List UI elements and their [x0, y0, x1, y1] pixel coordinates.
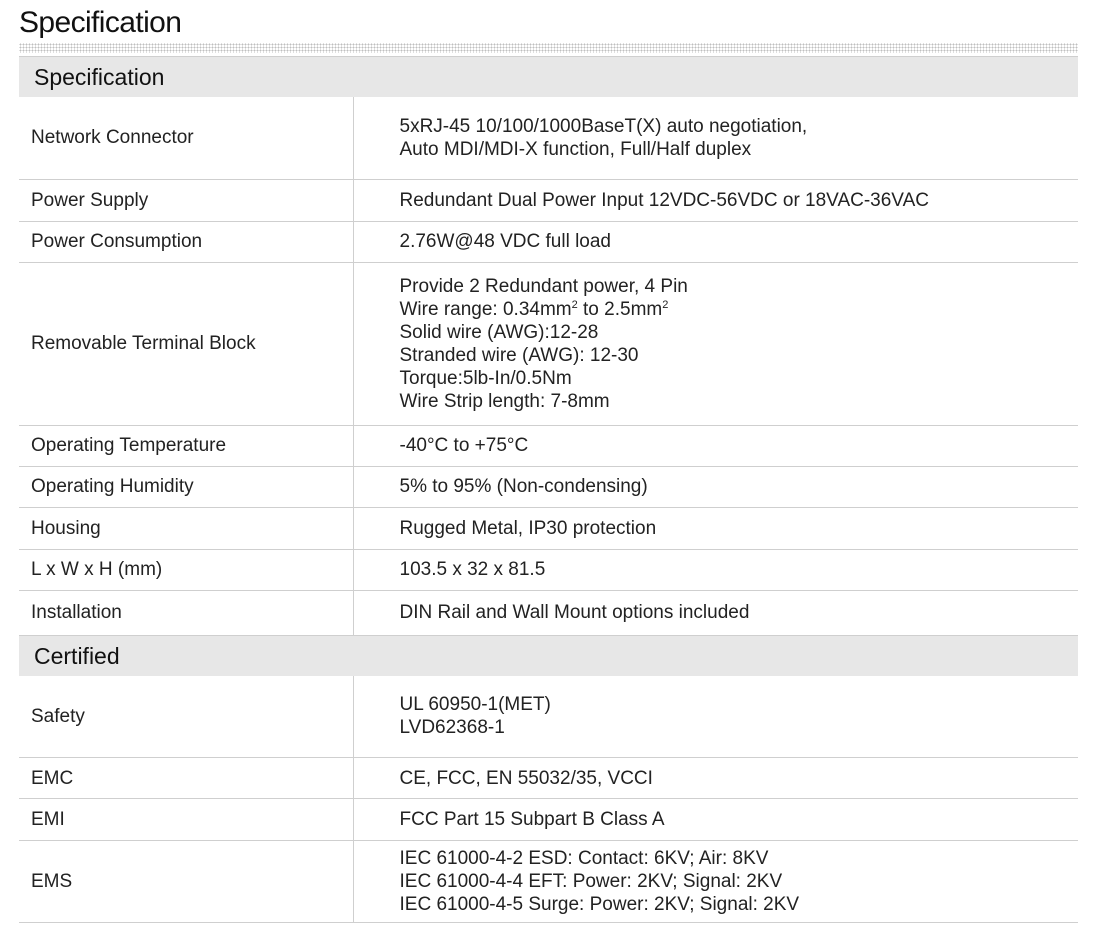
- spec-label: EMC: [19, 757, 354, 799]
- spec-table: Specification Network Connector 5xRJ-45 10…: [19, 56, 1079, 923]
- spec-value: DIN Rail and Wall Mount options included: [353, 590, 1079, 636]
- spec-label: L x W x H (mm): [19, 549, 354, 591]
- spec-value: 2.76W@48 VDC full load: [353, 221, 1079, 263]
- spec-value-line: 2.76W@48 VDC full load: [400, 230, 1078, 253]
- spec-value-line: UL 60950-1(MET): [400, 693, 1078, 716]
- spec-value: Redundant Dual Power Input 12VDC-56VDC o…: [353, 179, 1079, 222]
- table-row: EMC CE, FCC, EN 55032/35, VCCI: [19, 757, 1079, 799]
- spec-value: CE, FCC, EN 55032/35, VCCI: [353, 757, 1079, 799]
- value-text: Stranded wire (AWG): 12-30: [399, 344, 639, 366]
- value-text: to 2.5mm: [577, 298, 663, 320]
- spec-value-line: Auto MDI/MDI-X function, Full/Half duple…: [400, 138, 1078, 161]
- value-text: FCC Part 15 Subpart B Class A: [399, 809, 665, 830]
- table-row: Power Supply Redundant Dual Power Input 1…: [19, 179, 1079, 222]
- value-text: 2.76W@48 VDC full load: [399, 231, 612, 252]
- table-row: Installation DIN Rail and Wall Mount opti…: [19, 590, 1079, 636]
- spec-value: 5xRJ-45 10/100/1000BaseT(X) auto negotia…: [353, 97, 1079, 180]
- spec-value: 5% to 95% (Non-condensing): [353, 466, 1079, 508]
- spec-value: Provide 2 Redundant power, 4 Pin Wire ran…: [353, 262, 1079, 426]
- spec-value-line: FCC Part 15 Subpart B Class A: [400, 808, 1078, 831]
- value-text: Provide 2 Redundant power, 4 Pin: [399, 275, 688, 297]
- spec-value: IEC 61000-4-2 ESD: Contact: 6KV; Air: 8K…: [353, 840, 1079, 923]
- spec-label: Safety: [19, 675, 354, 758]
- value-text: UL 60950-1(MET): [399, 694, 551, 716]
- table-row: Safety UL 60950-1(MET) LVD62368-1: [19, 675, 1079, 758]
- table-row: Power Consumption 2.76W@48 VDC full load: [19, 221, 1079, 263]
- value-text: IEC 61000-4-4 EFT: Power: 2KV; Signal: 2…: [399, 871, 783, 892]
- spec-value-line: 5% to 95% (Non-condensing): [400, 475, 1078, 498]
- spec-value-line: IEC 61000-4-2 ESD: Contact: 6KV; Air: 8K…: [400, 847, 1078, 870]
- spec-label: Power Consumption: [19, 221, 354, 263]
- spec-table-body: Specification Network Connector 5xRJ-45 10…: [19, 56, 1079, 923]
- spec-value: -40°C to +75°C: [353, 425, 1079, 467]
- page-title: Specification: [19, 6, 182, 39]
- value-text: 5% to 95% (Non-condensing): [399, 476, 648, 497]
- spec-value: 103.5 x 32 x 81.5: [353, 549, 1079, 591]
- superscript: 2: [662, 298, 669, 311]
- value-text: Wire range: 0.34mm: [399, 298, 572, 320]
- spec-label: EMS: [19, 840, 354, 923]
- table-row: Operating Temperature -40°C to +75°C: [19, 425, 1079, 467]
- section-header: Certified: [19, 634, 1079, 676]
- value-text: -40°C to +75°C: [399, 435, 529, 456]
- value-text: Torque:5lb-In/0.5Nm: [399, 367, 572, 389]
- value-text: DIN Rail and Wall Mount options included: [399, 602, 750, 623]
- table-row: EMS IEC 61000-4-2 ESD: Contact: 6KV; Air:…: [19, 840, 1079, 923]
- spec-value-line: Wire range: 0.34mm2 to 2.5mm2: [400, 298, 1078, 321]
- spec-value-line: Rugged Metal, IP30 protection: [400, 517, 1078, 540]
- table-row: L x W x H (mm) 103.5 x 32 x 81.5: [19, 549, 1079, 591]
- value-text: Redundant Dual Power Input 12VDC-56VDC o…: [399, 189, 929, 211]
- spec-value-line: DIN Rail and Wall Mount options included: [400, 601, 1078, 624]
- spec-value-line: 5xRJ-45 10/100/1000BaseT(X) auto negotia…: [400, 115, 1078, 138]
- spec-value-line: 103.5 x 32 x 81.5: [400, 558, 1078, 581]
- spec-label: Operating Temperature: [19, 425, 354, 467]
- table-row: Removable Terminal Block Provide 2 Redund…: [19, 262, 1079, 426]
- value-text: IEC 61000-4-2 ESD: Contact: 6KV; Air: 8K…: [399, 848, 769, 869]
- spec-label: Installation: [19, 590, 354, 636]
- value-text: 5xRJ-45 10/100/1000BaseT(X) auto negotia…: [399, 115, 808, 137]
- spec-value-line: IEC 61000-4-4 EFT: Power: 2KV; Signal: 2…: [400, 870, 1078, 893]
- section-title: Certified: [19, 634, 1079, 676]
- spec-value: FCC Part 15 Subpart B Class A: [353, 798, 1079, 841]
- spec-value-line: Redundant Dual Power Input 12VDC-56VDC o…: [400, 189, 1078, 212]
- spec-value-line: Wire Strip length: 7-8mm: [400, 390, 1078, 413]
- title-divider: [19, 43, 1078, 53]
- value-text: Rugged Metal, IP30 protection: [399, 517, 657, 539]
- spec-value-line: Solid wire (AWG):12-28: [400, 321, 1078, 344]
- value-text: Wire Strip length: 7-8mm: [399, 390, 610, 412]
- spec-label: Power Supply: [19, 179, 354, 222]
- spec-value-line: Stranded wire (AWG): 12-30: [400, 344, 1078, 367]
- value-text: CE, FCC, EN 55032/35, VCCI: [399, 767, 653, 789]
- spec-value-line: LVD62368-1: [400, 716, 1078, 739]
- spec-value: Rugged Metal, IP30 protection: [353, 507, 1079, 550]
- table-row: EMI FCC Part 15 Subpart B Class A: [19, 798, 1079, 841]
- table-row: Network Connector 5xRJ-45 10/100/1000Base…: [19, 97, 1079, 180]
- spec-label: Housing: [19, 507, 354, 550]
- spec-value-line: IEC 61000-4-5 Surge: Power: 2KV; Signal:…: [400, 893, 1078, 916]
- section-header: Specification: [19, 56, 1079, 97]
- spec-value-line: CE, FCC, EN 55032/35, VCCI: [400, 767, 1078, 790]
- spec-label: Network Connector: [19, 97, 354, 180]
- spec-value-line: Torque:5lb-In/0.5Nm: [400, 367, 1078, 390]
- value-text: LVD62368-1: [399, 717, 505, 739]
- section-title: Specification: [19, 56, 1079, 97]
- spec-label: Removable Terminal Block: [19, 262, 354, 426]
- table-row: Housing Rugged Metal, IP30 protection: [19, 507, 1079, 550]
- value-text: 103.5 x 32 x 81.5: [399, 559, 546, 580]
- spec-value-line: -40°C to +75°C: [400, 434, 1078, 457]
- value-text: Auto MDI/MDI-X function, Full/Half duple…: [399, 138, 752, 160]
- value-text: Solid wire (AWG):12-28: [399, 321, 599, 343]
- value-text: IEC 61000-4-5 Surge: Power: 2KV; Signal:…: [399, 894, 800, 915]
- table-row: Operating Humidity 5% to 95% (Non-condens…: [19, 466, 1079, 508]
- spec-value-line: Provide 2 Redundant power, 4 Pin: [400, 275, 1078, 298]
- spec-value: UL 60950-1(MET) LVD62368-1: [353, 675, 1079, 758]
- spec-label: EMI: [19, 798, 354, 841]
- spec-label: Operating Humidity: [19, 466, 354, 508]
